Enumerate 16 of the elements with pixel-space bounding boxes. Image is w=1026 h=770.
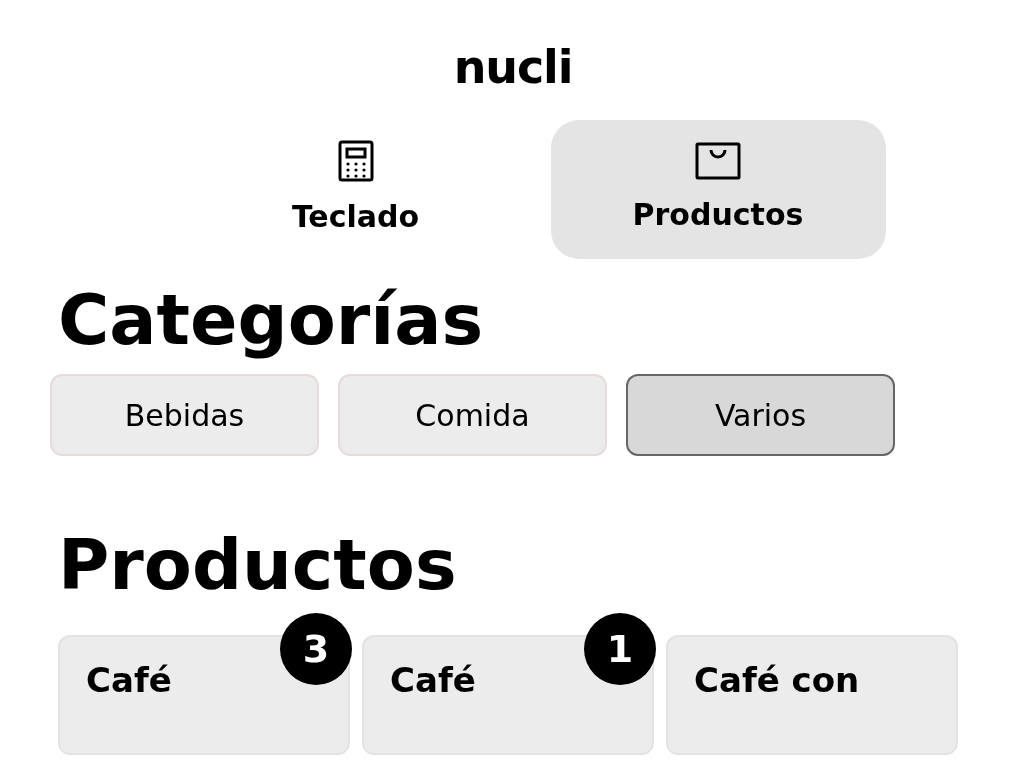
quantity-badge: 1: [584, 613, 656, 685]
nav-tab[interactable]: Teclado: [280, 120, 431, 259]
product-name: Café: [86, 660, 172, 700]
section-heading: Categorías: [58, 278, 485, 363]
logo: nucli: [453, 44, 573, 90]
product-card[interactable]: Café con: [666, 635, 958, 755]
product-name: Café: [390, 660, 476, 700]
category-button[interactable]: Varios: [626, 374, 895, 456]
calculator-icon: [337, 140, 374, 182]
section-heading: Productos: [58, 523, 458, 608]
shopping-bag-icon: [695, 142, 741, 180]
quantity-badge: 3: [280, 613, 352, 685]
nav-tab[interactable]: Productos: [550, 120, 886, 259]
category-button[interactable]: Bebidas: [50, 374, 319, 456]
product-name: Café con: [694, 660, 860, 700]
category-button[interactable]: Comida: [338, 374, 607, 456]
